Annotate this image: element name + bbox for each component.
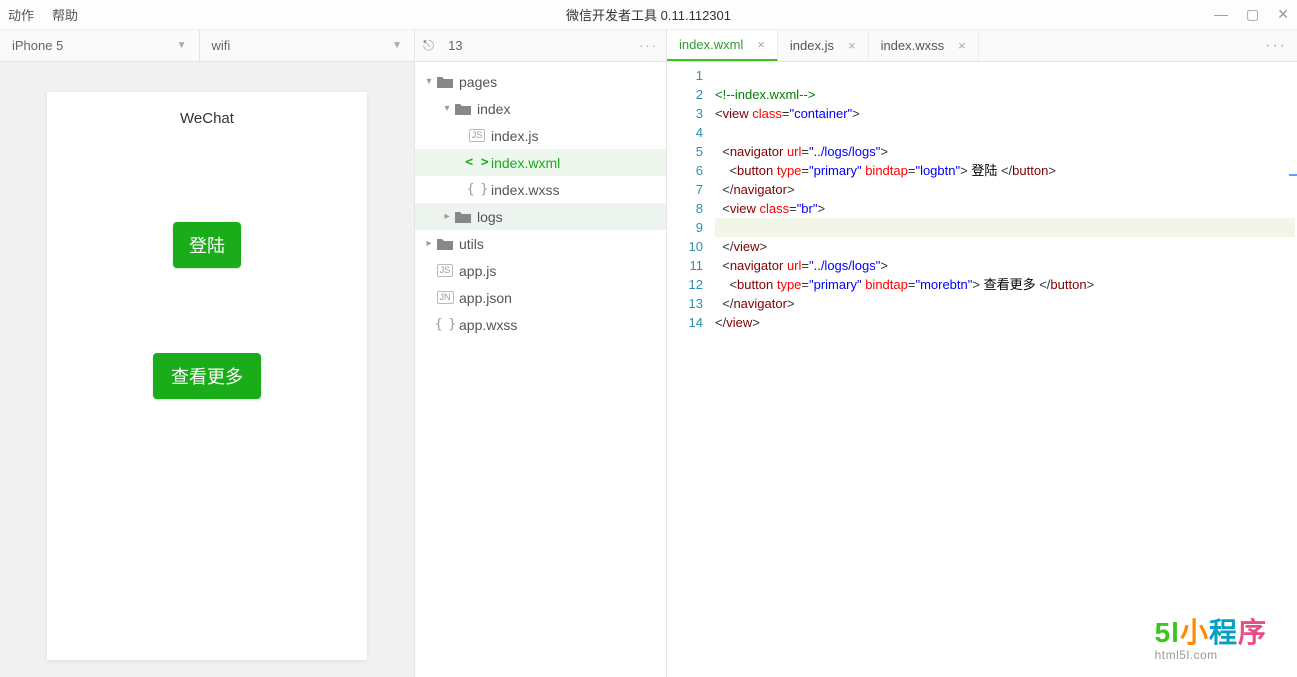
tree-settings-icon[interactable]: ⎋ (423, 37, 434, 54)
login-button[interactable]: 登陆 (173, 222, 241, 268)
file-label: index.wxml (491, 155, 560, 171)
device-selector[interactable]: iPhone 5 ▼ (0, 30, 200, 61)
watermark-logo: 5l小程序 html5l.com (1155, 619, 1267, 661)
file-app-js[interactable]: JSapp.js (415, 257, 666, 284)
window-title: 微信开发者工具 0.11.112301 (566, 5, 731, 24)
maximize-icon[interactable]: ▢ (1246, 6, 1259, 23)
file-label: app.json (459, 290, 512, 306)
preview-pane: WeChat 登陆 查看更多 (0, 62, 415, 677)
view-more-button[interactable]: 查看更多 (153, 353, 261, 399)
close-icon[interactable]: ✕ (1277, 6, 1289, 23)
tab-label: index.js (790, 38, 834, 53)
editor-tab-index-wxml[interactable]: index.wxml × (667, 30, 778, 61)
file-app-wxss[interactable]: { }app.wxss (415, 311, 666, 338)
chevron-down-icon: ▼ (392, 40, 402, 51)
file-label: index.js (491, 128, 538, 144)
tree-more-icon[interactable]: ··· (639, 38, 658, 53)
file-label: app.wxss (459, 317, 517, 333)
editor-tab-index-wxss[interactable]: index.wxss × (869, 30, 979, 61)
toolbar: iPhone 5 ▼ wifi ▼ ⎋ 13 ··· index.wxml×in… (0, 30, 1297, 62)
minimize-icon[interactable]: — (1214, 6, 1228, 23)
menu-help[interactable]: 帮助 (52, 5, 78, 24)
code-editor[interactable]: 1234567891011121314 <!--index.wxml--><vi… (667, 62, 1297, 677)
file-index-wxml[interactable]: < >index.wxml (415, 149, 666, 176)
menu-action[interactable]: 动作 (8, 5, 34, 24)
folder-utils[interactable]: ▸utils (415, 230, 666, 257)
folder-label: index (477, 101, 510, 117)
file-label: app.js (459, 263, 496, 279)
editor-tabs: index.wxml × index.js × index.wxss × ··· (667, 30, 1297, 61)
network-label: wifi (212, 38, 231, 53)
file-tree-toolbar: ⎋ 13 ··· (415, 30, 667, 61)
device-label: iPhone 5 (12, 38, 63, 53)
close-icon[interactable]: × (848, 38, 856, 53)
tree-item-count: 13 (448, 38, 462, 53)
file-index-wxss[interactable]: { }index.wxss (415, 176, 666, 203)
phone-header: WeChat (180, 110, 234, 127)
chevron-down-icon: ▼ (177, 40, 187, 51)
phone-frame: WeChat 登陆 查看更多 (47, 92, 367, 660)
close-icon[interactable]: × (757, 37, 765, 52)
folder-pages[interactable]: ▾pages (415, 68, 666, 95)
tab-label: index.wxml (679, 37, 743, 52)
editor-more-icon[interactable]: ··· (1265, 37, 1287, 55)
folder-label: utils (459, 236, 484, 252)
network-selector[interactable]: wifi ▼ (200, 30, 414, 61)
file-label: index.wxss (491, 182, 559, 198)
folder-label: pages (459, 74, 497, 90)
titlebar: 动作 帮助 微信开发者工具 0.11.112301 — ▢ ✕ (0, 0, 1297, 30)
file-tree: ▾pages ▾index JSindex.js < >index.wxml {… (415, 62, 667, 677)
close-icon[interactable]: × (958, 38, 966, 53)
editor-tab-index-js[interactable]: index.js × (778, 30, 869, 61)
tab-label: index.wxss (881, 38, 945, 53)
folder-logs[interactable]: ▸logs (415, 203, 666, 230)
editor-content[interactable]: <!--index.wxml--><view class="container"… (715, 62, 1297, 677)
file-index-js[interactable]: JSindex.js (415, 122, 666, 149)
editor-gutter: 1234567891011121314 (667, 62, 715, 677)
folder-index[interactable]: ▾index (415, 95, 666, 122)
folder-label: logs (477, 209, 503, 225)
scroll-marker (1289, 174, 1297, 176)
file-app-json[interactable]: JNapp.json (415, 284, 666, 311)
